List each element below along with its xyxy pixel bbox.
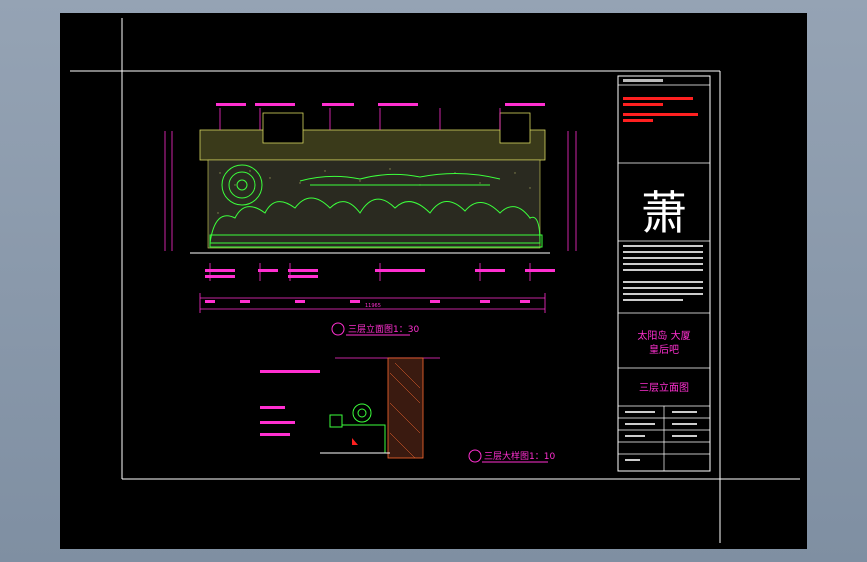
detail-drawing: 三层大样图1：10 (260, 357, 555, 463)
company-logo: 萧 (641, 186, 687, 240)
title-block: 萧 太阳岛 大厦 皇后吧 三层立面图 (617, 75, 711, 472)
elevation-title: 三层立面图1：30 (348, 323, 419, 335)
sheet-title: 三层立面图 (639, 381, 689, 394)
elevation-drawing: 11965 三层立面图1：30 (164, 103, 577, 336)
project-name-line1: 太阳岛 大厦 (637, 329, 690, 342)
cad-model-space[interactable]: 11965 三层立面图1：30 三层大样图1：10 萧 太阳岛 大厦 皇后吧 三… (60, 13, 807, 549)
project-name-line2: 皇后吧 (649, 343, 679, 356)
svg-text:11965: 11965 (365, 303, 381, 309)
detail-title: 三层大样图1：10 (484, 450, 555, 462)
sheet-frame (70, 18, 800, 543)
